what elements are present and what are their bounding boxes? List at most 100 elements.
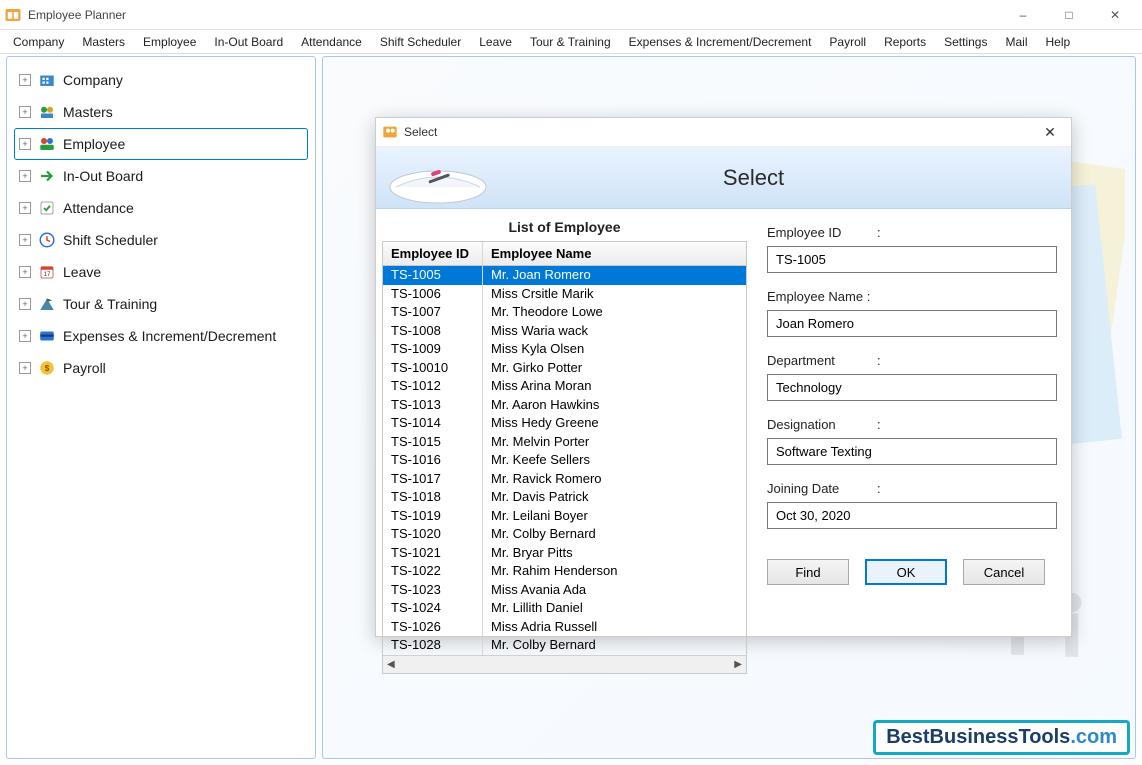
table-row[interactable]: TS-1020Mr. Colby Bernard: [383, 525, 746, 544]
cell-employee-name: Mr. Davis Patrick: [483, 488, 746, 507]
cell-employee-id: TS-1007: [383, 303, 483, 322]
expand-icon[interactable]: +: [19, 74, 31, 86]
table-row[interactable]: TS-1017Mr. Ravick Romero: [383, 470, 746, 489]
field-designation[interactable]: Software Texting: [767, 438, 1057, 465]
tree-tour-training[interactable]: +Tour & Training: [15, 289, 307, 319]
table-row[interactable]: TS-10010Mr. Girko Potter: [383, 359, 746, 378]
cell-employee-name: Miss Hedy Greene: [483, 414, 746, 433]
maximize-button[interactable]: □: [1046, 0, 1092, 30]
menu-leave[interactable]: Leave: [470, 32, 521, 52]
tree-shift-scheduler[interactable]: +Shift Scheduler: [15, 225, 307, 255]
cell-employee-name: Miss Avania Ada: [483, 581, 746, 600]
window-titlebar: Employee Planner – □ ✕: [0, 0, 1142, 30]
employee-details-panel: Employee ID: TS-1005 Employee Name : Joa…: [759, 213, 1061, 674]
table-row[interactable]: TS-1006Miss Crsitle Marik: [383, 285, 746, 304]
table-row[interactable]: TS-1018Mr. Davis Patrick: [383, 488, 746, 507]
cancel-button[interactable]: Cancel: [963, 559, 1045, 585]
watermark-suffix: .com: [1070, 726, 1117, 748]
expand-icon[interactable]: +: [19, 202, 31, 214]
table-row[interactable]: TS-1008Miss Waria wack: [383, 322, 746, 341]
tree-employee[interactable]: +Employee: [15, 129, 307, 159]
menu-help[interactable]: Help: [1037, 32, 1080, 52]
horizontal-scrollbar[interactable]: ◀▶: [383, 655, 746, 673]
field-department[interactable]: Technology: [767, 374, 1057, 401]
table-row[interactable]: TS-1014Miss Hedy Greene: [383, 414, 746, 433]
cell-employee-id: TS-1015: [383, 433, 483, 452]
cell-employee-id: TS-1020: [383, 525, 483, 544]
table-row[interactable]: TS-1015Mr. Melvin Porter: [383, 433, 746, 452]
cell-employee-id: TS-10010: [383, 359, 483, 378]
tree-expenses-increment-decrement[interactable]: +Expenses & Increment/Decrement: [15, 321, 307, 351]
label-joining-date: Joining Date:: [767, 481, 1057, 496]
menu-attendance[interactable]: Attendance: [292, 32, 371, 52]
table-row[interactable]: TS-1026Miss Adria Russell: [383, 618, 746, 637]
cell-employee-id: TS-1008: [383, 322, 483, 341]
cell-employee-name: Miss Arina Moran: [483, 377, 746, 396]
find-button[interactable]: Find: [767, 559, 849, 585]
table-row[interactable]: TS-1016Mr. Keefe Sellers: [383, 451, 746, 470]
minimize-button[interactable]: –: [1000, 0, 1046, 30]
expand-icon[interactable]: +: [19, 138, 31, 150]
tree-company[interactable]: + Company: [15, 65, 307, 95]
ok-button[interactable]: OK: [865, 559, 947, 585]
field-employee-name[interactable]: Joan Romero: [767, 310, 1057, 337]
grid-body[interactable]: TS-1005Mr. Joan RomeroTS-1006Miss Crsitl…: [383, 266, 746, 655]
dialog-close-button[interactable]: ✕: [1035, 118, 1065, 146]
expand-icon[interactable]: +: [19, 298, 31, 310]
menu-reports[interactable]: Reports: [875, 32, 935, 52]
tree-payroll[interactable]: +$Payroll: [15, 353, 307, 383]
menu-tour-training[interactable]: Tour & Training: [521, 32, 620, 52]
menu-masters[interactable]: Masters: [73, 32, 134, 52]
cell-employee-id: TS-1014: [383, 414, 483, 433]
tree-leave[interactable]: +17Leave: [15, 257, 307, 287]
table-row[interactable]: TS-1013Mr. Aaron Hawkins: [383, 396, 746, 415]
expand-icon[interactable]: +: [19, 330, 31, 342]
tree-masters[interactable]: + Masters: [15, 97, 307, 127]
table-row[interactable]: TS-1021Mr. Bryar Pitts: [383, 544, 746, 563]
menu-shift-scheduler[interactable]: Shift Scheduler: [371, 32, 470, 52]
table-row[interactable]: TS-1019Mr. Leilani Boyer: [383, 507, 746, 526]
table-row[interactable]: TS-1012Miss Arina Moran: [383, 377, 746, 396]
menu-company[interactable]: Company: [4, 32, 73, 52]
menu-payroll[interactable]: Payroll: [820, 32, 875, 52]
table-row[interactable]: TS-1009Miss Kyla Olsen: [383, 340, 746, 359]
field-employee-id[interactable]: TS-1005: [767, 246, 1057, 273]
col-employee-id[interactable]: Employee ID: [383, 242, 483, 265]
cell-employee-id: TS-1005: [383, 266, 483, 285]
menu-in-out-board[interactable]: In-Out Board: [205, 32, 292, 52]
table-row[interactable]: TS-1023Miss Avania Ada: [383, 581, 746, 600]
tour-icon: [37, 295, 57, 313]
tree-attendance[interactable]: +Attendance: [15, 193, 307, 223]
banner-book-icon: [376, 147, 496, 209]
tree-in-out-board[interactable]: +In-Out Board: [15, 161, 307, 191]
table-row[interactable]: TS-1005Mr. Joan Romero: [383, 266, 746, 285]
col-employee-name[interactable]: Employee Name: [483, 242, 746, 265]
cell-employee-name: Miss Kyla Olsen: [483, 340, 746, 359]
table-row[interactable]: TS-1028Mr. Colby Bernard: [383, 636, 746, 655]
field-joining-date[interactable]: Oct 30, 2020: [767, 502, 1057, 529]
employee-grid: Employee ID Employee Name TS-1005Mr. Joa…: [382, 241, 747, 674]
inout-icon: [37, 167, 57, 185]
expand-icon[interactable]: +: [19, 106, 31, 118]
cell-employee-id: TS-1018: [383, 488, 483, 507]
tree-label: Company: [63, 72, 123, 88]
menu-mail[interactable]: Mail: [996, 32, 1036, 52]
cell-employee-name: Mr. Joan Romero: [483, 266, 746, 285]
expand-icon[interactable]: +: [19, 266, 31, 278]
shift-icon: [37, 231, 57, 249]
close-button[interactable]: ✕: [1092, 0, 1138, 30]
cell-employee-name: Mr. Bryar Pitts: [483, 544, 746, 563]
cell-employee-name: Miss Waria wack: [483, 322, 746, 341]
menu-settings[interactable]: Settings: [935, 32, 996, 52]
table-row[interactable]: TS-1024Mr. Lillith Daniel: [383, 599, 746, 618]
menu-expenses-increment-decrement[interactable]: Expenses & Increment/Decrement: [620, 32, 821, 52]
table-row[interactable]: TS-1007Mr. Theodore Lowe: [383, 303, 746, 322]
dialog-titlebar[interactable]: Select ✕: [376, 118, 1071, 147]
leave-icon: 17: [37, 263, 57, 281]
table-row[interactable]: TS-1022Mr. Rahim Henderson: [383, 562, 746, 581]
expand-icon[interactable]: +: [19, 362, 31, 374]
menu-employee[interactable]: Employee: [134, 32, 205, 52]
expand-icon[interactable]: +: [19, 170, 31, 182]
tree-label: Masters: [63, 104, 113, 120]
expand-icon[interactable]: +: [19, 234, 31, 246]
